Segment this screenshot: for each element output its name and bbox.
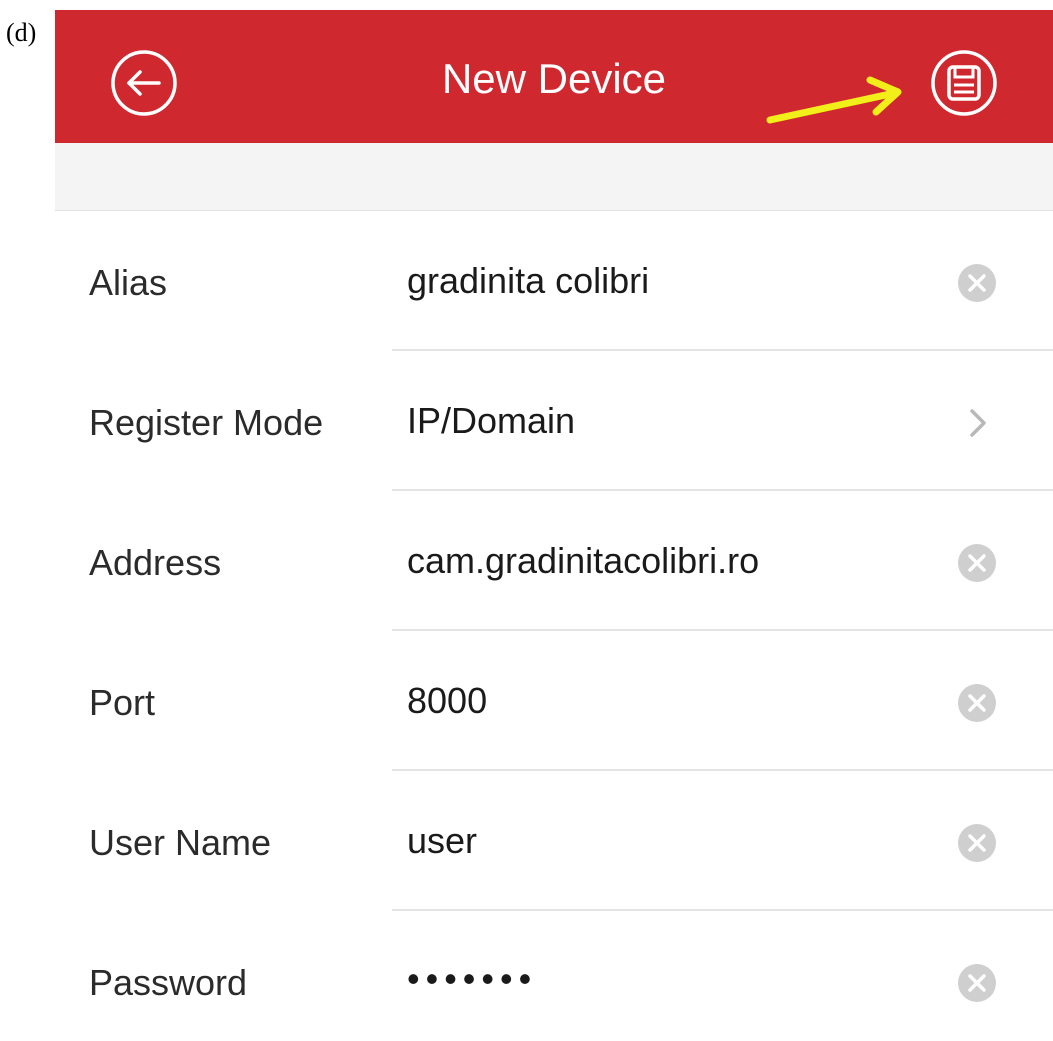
form-row-address[interactable]: Address cam.gradinitacolibri.ro: [55, 491, 1053, 631]
register-mode-value[interactable]: IP/Domain: [407, 399, 575, 443]
header-bar: New Device: [55, 10, 1053, 143]
chevron-right-icon[interactable]: [957, 403, 997, 443]
new-device-screen: New Device Alias gradinita colibri Regis…: [55, 10, 1053, 1041]
clear-icon[interactable]: [957, 543, 997, 583]
form-row-register-mode[interactable]: Register Mode IP/Domain: [55, 351, 1053, 491]
port-field[interactable]: 8000: [407, 679, 487, 723]
form-row-alias[interactable]: Alias gradinita colibri: [55, 211, 1053, 351]
field-label: Address: [89, 542, 222, 583]
clear-icon[interactable]: [957, 263, 997, 303]
field-label: Register Mode: [89, 402, 324, 443]
address-field[interactable]: cam.gradinitacolibri.ro: [407, 539, 759, 583]
clear-icon[interactable]: [957, 683, 997, 723]
password-field[interactable]: •••••••: [407, 957, 537, 1001]
alias-field[interactable]: gradinita colibri: [407, 259, 649, 303]
user-name-field[interactable]: user: [407, 819, 477, 863]
form-row-user-name[interactable]: User Name user: [55, 771, 1053, 911]
save-button[interactable]: [929, 48, 999, 118]
form-row-password[interactable]: Password •••••••: [55, 911, 1053, 1041]
figure-label: (d): [6, 18, 37, 47]
field-label: User Name: [89, 822, 272, 863]
clear-icon[interactable]: [957, 963, 997, 1003]
form-row-port[interactable]: Port 8000: [55, 631, 1053, 771]
field-label: Password: [89, 962, 248, 1003]
field-label: Port: [89, 682, 156, 723]
save-floppy-circle-icon: [931, 50, 997, 116]
annotation-arrow-icon: [766, 76, 902, 124]
section-spacer: [55, 143, 1053, 211]
device-form: Alias gradinita colibri Register Mode IP…: [55, 211, 1053, 1041]
clear-icon[interactable]: [957, 823, 997, 863]
field-label: Alias: [89, 262, 168, 303]
